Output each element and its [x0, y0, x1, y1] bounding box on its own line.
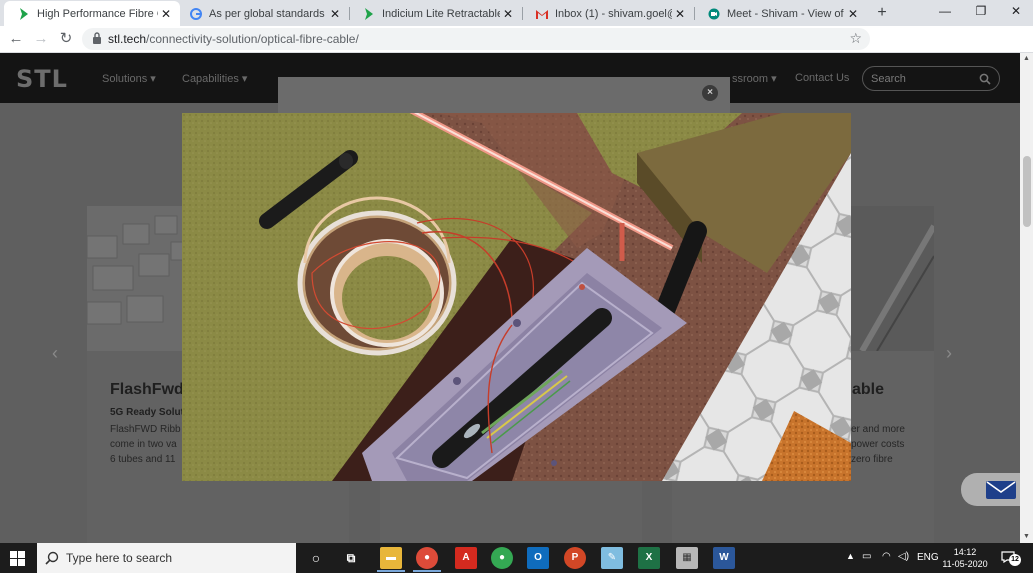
notification-count-badge: 12: [1009, 554, 1021, 566]
fibre-installation-render: [182, 113, 851, 481]
close-tab-icon[interactable]: ✕: [672, 7, 688, 21]
close-tab-icon[interactable]: ✕: [845, 7, 861, 21]
outlook-icon[interactable]: O: [527, 547, 549, 569]
language-indicator[interactable]: ENG: [917, 552, 939, 563]
page-scrollbar[interactable]: ▲ ▼: [1020, 53, 1033, 543]
nav-solutions[interactable]: Solutions ▾: [102, 72, 156, 85]
app-running-indicator: [377, 570, 405, 572]
stl-favicon-icon: [18, 7, 30, 20]
scroll-up-arrow-icon[interactable]: ▲: [1020, 53, 1033, 65]
gmail-favicon-icon: [536, 8, 548, 20]
meet-favicon-icon: [708, 8, 720, 20]
site-search-input[interactable]: [871, 71, 976, 86]
close-tab-icon[interactable]: ✕: [327, 7, 343, 21]
word-icon[interactable]: W: [713, 547, 735, 569]
tab-title: High Performance Fibre Optic: [37, 7, 158, 20]
scrollbar-thumb[interactable]: [1023, 156, 1031, 227]
close-window-button[interactable]: ✕: [998, 0, 1033, 24]
address-url: stl.tech/connectivity-solution/optical-f…: [108, 32, 359, 46]
app-running-indicator: [413, 570, 441, 572]
close-lightbox-button[interactable]: ×: [702, 85, 718, 101]
file-explorer-icon[interactable]: ▬: [380, 547, 402, 569]
tab-high-performance-fibre[interactable]: High Performance Fibre Optic ✕: [4, 1, 180, 26]
windows-start-icon[interactable]: [10, 551, 25, 566]
card-desc-line: power costs: [851, 439, 905, 450]
back-button[interactable]: ←: [6, 29, 26, 49]
url-path: /connectivity-solution/optical-fibre-cab…: [146, 32, 359, 46]
carousel-prev-arrow-icon[interactable]: ‹: [52, 343, 58, 364]
nav-newsroom[interactable]: ssroom ▾: [732, 72, 777, 85]
chrome-icon[interactable]: ●: [416, 547, 438, 569]
tab-gmail-inbox[interactable]: Inbox (1) - shivam.goel@sterli ✕: [522, 1, 694, 26]
lock-icon: [92, 32, 102, 46]
tab-global-standards[interactable]: As per global standards - Goo ✕: [176, 1, 349, 26]
google-favicon-icon: [190, 7, 202, 20]
chrome-profile-icon[interactable]: ●: [491, 547, 513, 569]
tab-title: As per global standards - Goo: [209, 7, 327, 20]
taskbar-clock[interactable]: 14:12 11-05-2020: [940, 546, 990, 570]
reload-button[interactable]: ↻: [56, 29, 76, 49]
bookmark-star-icon[interactable]: ☆: [849, 30, 862, 47]
scroll-down-arrow-icon[interactable]: ▼: [1020, 531, 1033, 543]
page-overlay[interactable]: STL Solutions ▾ Capabilities ▾ ssroom ▾ …: [0, 53, 1020, 543]
taskbar-search-input[interactable]: [66, 550, 286, 566]
tab-indicium-lite[interactable]: Indicium Lite Retractable Solut ✕: [349, 1, 522, 26]
notes-app-icon[interactable]: ✎: [601, 547, 623, 569]
tab-title: Indicium Lite Retractable Solut: [382, 7, 500, 20]
tab-google-meet[interactable]: Meet - Shivam - View of the b ✕: [694, 1, 867, 26]
stl-logo[interactable]: STL: [16, 65, 68, 93]
close-tab-icon[interactable]: ✕: [158, 7, 174, 21]
new-tab-button[interactable]: +: [873, 4, 891, 22]
browser-toolbar: ← → ↻ stl.tech/connectivity-solution/opt…: [0, 26, 1033, 73]
wifi-icon[interactable]: ◠: [882, 551, 891, 562]
powerpoint-icon[interactable]: P: [564, 547, 586, 569]
carousel-next-arrow-icon[interactable]: ›: [946, 343, 952, 364]
cortana-icon[interactable]: ○: [305, 547, 327, 569]
photos-app-icon[interactable]: ▦: [676, 547, 698, 569]
card-desc-line: zero fibre: [851, 454, 893, 465]
show-hidden-icons-chevron-icon[interactable]: ▲: [846, 551, 855, 561]
windows-taskbar: ○ ⧉ ▬ ● A ● O P ✎ X ▦ W ▲ ▭ ◠ ◁) ENG 14:…: [0, 543, 1033, 573]
card-title: able: [852, 381, 885, 398]
forward-button[interactable]: →: [31, 29, 51, 49]
browser-tab-strip: High Performance Fibre Optic ✕ As per gl…: [0, 0, 1033, 26]
taskbar-search-box: [37, 543, 296, 573]
card-subtitle: 5G Ready Solut: [110, 407, 184, 418]
task-view-icon[interactable]: ⧉: [340, 547, 362, 569]
stl-favicon-icon: [363, 7, 375, 20]
tab-title: Meet - Shivam - View of the b: [727, 7, 845, 20]
nav-capabilities[interactable]: Capabilities ▾: [182, 72, 247, 85]
tab-title: Inbox (1) - shivam.goel@sterli: [555, 7, 672, 20]
close-tab-icon[interactable]: ✕: [500, 7, 516, 21]
address-bar[interactable]: stl.tech/connectivity-solution/optical-f…: [82, 28, 870, 50]
contact-mail-button[interactable]: [961, 473, 1020, 506]
card-title: FlashFwd: [110, 381, 184, 398]
nav-contact-us[interactable]: Contact Us: [795, 72, 849, 84]
clock-time: 14:12: [953, 547, 977, 557]
mail-icon: [985, 480, 1017, 500]
search-icon: [45, 551, 59, 565]
battery-icon[interactable]: ▭: [862, 551, 871, 562]
card-description: er and more power costs zero fibre: [851, 422, 931, 467]
clock-date: 11-05-2020: [942, 559, 988, 569]
minimize-window-button[interactable]: —: [927, 0, 963, 24]
notification-center-icon[interactable]: 12: [1001, 550, 1021, 566]
restore-window-button[interactable]: ❐: [963, 0, 999, 24]
volume-icon[interactable]: ◁): [898, 551, 909, 562]
excel-icon[interactable]: X: [638, 547, 660, 569]
search-icon[interactable]: [979, 72, 991, 85]
url-host: stl.tech: [108, 32, 147, 46]
acrobat-reader-icon[interactable]: A: [455, 547, 477, 569]
site-search-box: [862, 66, 1000, 91]
lightbox-frame: [278, 77, 730, 116]
card-desc-line: er and more: [851, 424, 905, 435]
